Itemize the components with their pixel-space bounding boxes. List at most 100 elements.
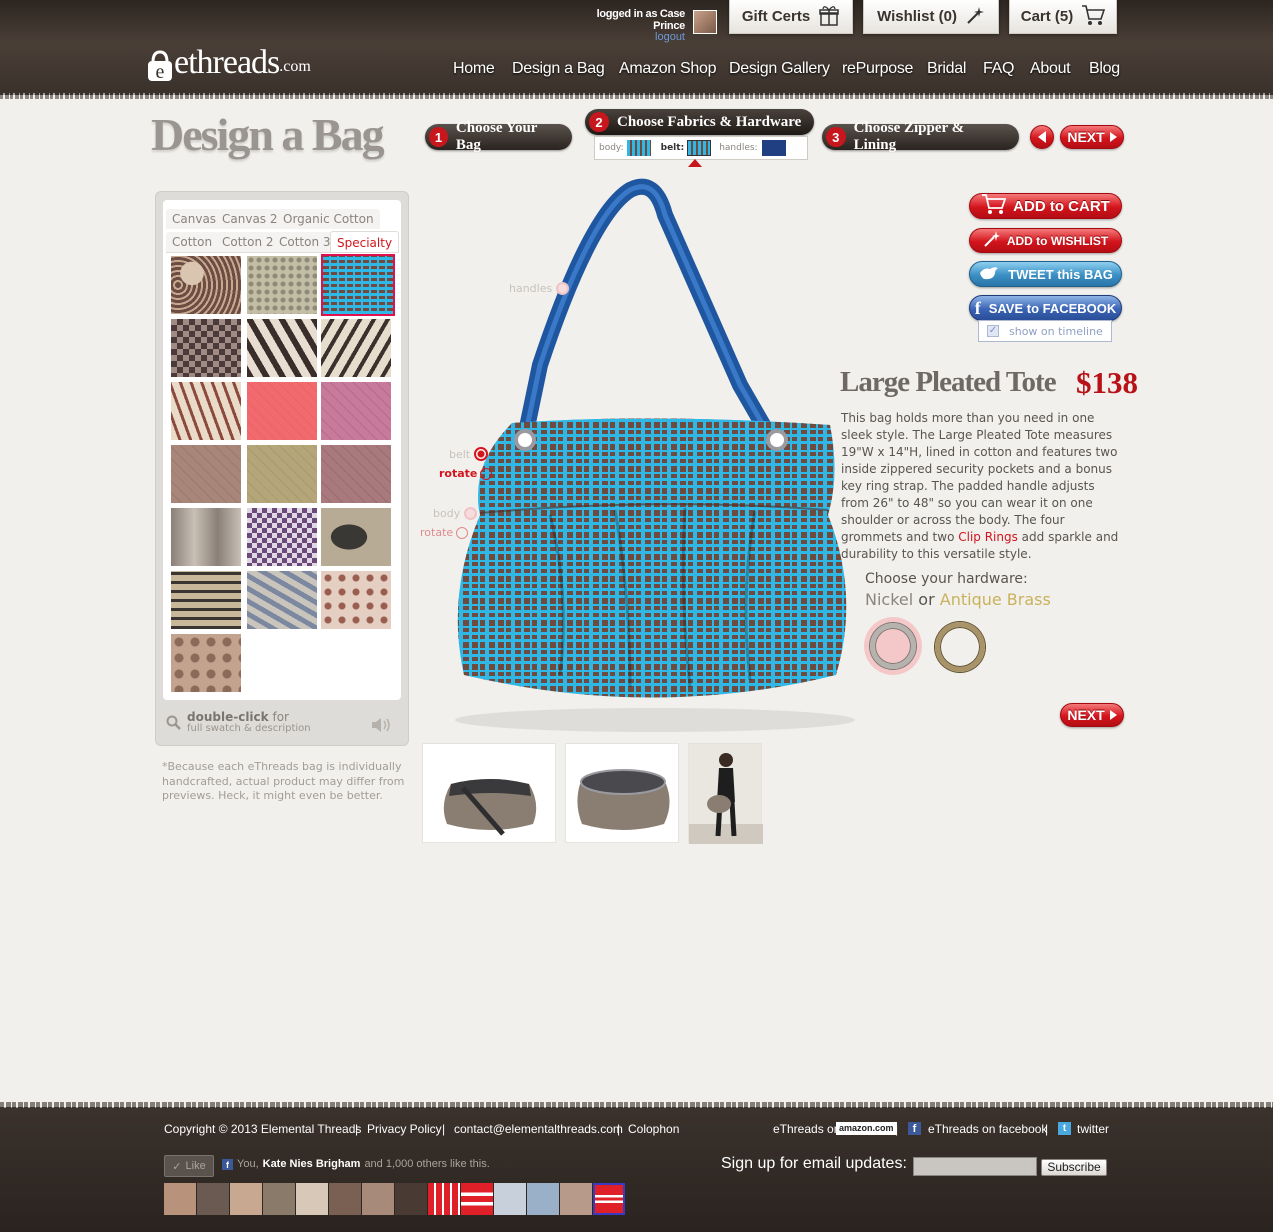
footer-privacy-link[interactable]: Privacy Policy xyxy=(367,1122,442,1136)
footer-facebook-link[interactable]: eThreads on facebook xyxy=(928,1122,1047,1136)
swatch-4[interactable] xyxy=(171,319,241,377)
avatar[interactable] xyxy=(593,1183,625,1215)
add-to-wishlist-button[interactable]: ADD to WISHLIST xyxy=(969,228,1122,253)
part-body-swatch[interactable] xyxy=(626,140,651,156)
swatch-15[interactable] xyxy=(321,508,391,566)
avatar[interactable] xyxy=(461,1183,493,1215)
label-handles[interactable]: handles xyxy=(509,282,570,295)
speaker-icon[interactable] xyxy=(370,717,392,738)
swatch-16[interactable] xyxy=(171,571,241,629)
subscribe-button[interactable]: Subscribe xyxy=(1041,1159,1107,1176)
wishlist-button[interactable]: Wishlist (0) xyxy=(863,0,999,34)
user-avatar[interactable] xyxy=(693,10,717,34)
nickel-ring-selected[interactable] xyxy=(864,617,922,675)
swatch-10[interactable] xyxy=(171,445,241,503)
gift-certs-button[interactable]: Gift Certs xyxy=(729,0,853,34)
swatch-18[interactable] xyxy=(321,571,391,629)
avatar[interactable] xyxy=(329,1183,361,1215)
logo-suffix: .com xyxy=(279,58,311,75)
logo[interactable]: e ethreads .com xyxy=(146,36,311,83)
thumbnail-1[interactable] xyxy=(422,743,556,843)
wand-icon xyxy=(965,5,985,29)
swatch-19[interactable] xyxy=(171,634,241,692)
next-label-bottom: NEXT xyxy=(1067,707,1105,723)
label-body[interactable]: body xyxy=(433,507,478,520)
footer-twitter-link[interactable]: twitter xyxy=(1077,1122,1109,1136)
swatch-6[interactable] xyxy=(321,319,391,377)
swatch-11[interactable] xyxy=(247,445,317,503)
part-belt-label: belt: xyxy=(660,143,685,153)
swatch-1[interactable] xyxy=(171,256,241,314)
label-belt[interactable]: belt xyxy=(449,447,489,461)
avatar[interactable] xyxy=(197,1183,229,1215)
tab-cotton-2[interactable]: Cotton 2 xyxy=(216,232,280,252)
part-handles-swatch[interactable] xyxy=(761,140,786,156)
email-input[interactable] xyxy=(913,1157,1037,1176)
nav-design-a-bag[interactable]: Design a Bag xyxy=(512,60,605,78)
tweet-button[interactable]: TWEET this BAG xyxy=(969,261,1122,287)
add-to-cart-button[interactable]: ADD to CART xyxy=(969,193,1122,219)
avatar[interactable] xyxy=(263,1183,295,1215)
avatar[interactable] xyxy=(164,1183,196,1215)
tab-canvas[interactable]: Canvas xyxy=(166,209,223,229)
prev-button[interactable] xyxy=(1030,125,1054,149)
clip-rings-link[interactable]: Clip Rings xyxy=(958,530,1018,544)
swatch-7[interactable] xyxy=(171,382,241,440)
nav-blog[interactable]: Blog xyxy=(1089,60,1120,78)
brass-ring[interactable] xyxy=(933,620,987,674)
cart-button[interactable]: Cart (5) xyxy=(1009,0,1117,34)
swatch-2[interactable] xyxy=(247,256,317,314)
tab-cotton-3[interactable]: Cotton 3 xyxy=(273,232,337,252)
arrow-right-icon xyxy=(1109,710,1117,720)
avatar[interactable] xyxy=(296,1183,328,1215)
avatar[interactable] xyxy=(395,1183,427,1215)
amazon-logo[interactable]: amazon.com xyxy=(836,1122,897,1135)
nickel-option[interactable]: Nickel xyxy=(865,590,913,609)
avatar[interactable] xyxy=(428,1183,460,1215)
swatch-13[interactable] xyxy=(171,508,241,566)
footer-colophon-link[interactable]: Colophon xyxy=(628,1122,679,1136)
label-rotate-body[interactable]: rotate xyxy=(420,526,469,539)
avatar[interactable] xyxy=(560,1183,592,1215)
logout-link[interactable]: logout xyxy=(565,31,685,43)
nav-design-gallery[interactable]: Design Gallery xyxy=(729,60,830,78)
tab-organic-cotton[interactable]: Organic Cotton xyxy=(277,209,380,229)
antique-brass-option[interactable]: Antique Brass xyxy=(940,590,1051,609)
swatch-14[interactable] xyxy=(247,508,317,566)
swatch-5[interactable] xyxy=(247,319,317,377)
nav-amazon-shop[interactable]: Amazon Shop xyxy=(619,60,717,78)
swatch-12[interactable] xyxy=(321,445,391,503)
timeline-toggle[interactable]: ✓ show on timeline xyxy=(978,320,1112,342)
avatar[interactable] xyxy=(494,1183,526,1215)
part-handles-label: handles: xyxy=(719,143,758,153)
thumbnail-2[interactable] xyxy=(565,743,679,843)
avatar[interactable] xyxy=(362,1183,394,1215)
avatar[interactable] xyxy=(527,1183,559,1215)
part-belt-swatch[interactable] xyxy=(687,140,712,156)
nav-home[interactable]: Home xyxy=(453,60,495,78)
like-button[interactable]: ✓ Like xyxy=(164,1155,214,1177)
step-2-button[interactable]: 2 Choose Fabrics & Hardware xyxy=(585,109,814,135)
facebook-button[interactable]: f SAVE to FACEBOOK xyxy=(969,295,1122,321)
thumbnail-3[interactable] xyxy=(688,743,763,844)
swatch-3-selected[interactable] xyxy=(321,254,395,316)
tab-specialty[interactable]: Specialty xyxy=(330,231,400,253)
swatch-8[interactable] xyxy=(247,382,317,440)
step-1-button[interactable]: 1 Choose Your Bag xyxy=(425,120,572,153)
nav-bridal[interactable]: Bridal xyxy=(927,60,966,78)
nav-repurpose[interactable]: rePurpose xyxy=(842,60,913,78)
next-button-top[interactable]: NEXT xyxy=(1060,125,1124,149)
nav-faq[interactable]: FAQ xyxy=(983,60,1014,78)
tab-cotton[interactable]: Cotton xyxy=(166,232,219,252)
swatch-17[interactable] xyxy=(247,571,317,629)
step-2-parts: body: belt: handles: xyxy=(594,136,808,160)
avatar[interactable] xyxy=(230,1183,262,1215)
swatch-9[interactable] xyxy=(321,382,391,440)
next-button-bottom[interactable]: NEXT xyxy=(1060,703,1124,727)
step-3-button[interactable]: 3 Choose Zipper & Lining xyxy=(822,120,1019,153)
like-name[interactable]: Kate Nies Brigham xyxy=(263,1158,361,1170)
label-rotate-belt[interactable]: rotate xyxy=(439,467,493,480)
footer-contact-link[interactable]: contact@elementalthreads.com xyxy=(454,1122,623,1136)
nav-about[interactable]: About xyxy=(1030,60,1071,78)
tab-canvas-2[interactable]: Canvas 2 xyxy=(216,209,284,229)
